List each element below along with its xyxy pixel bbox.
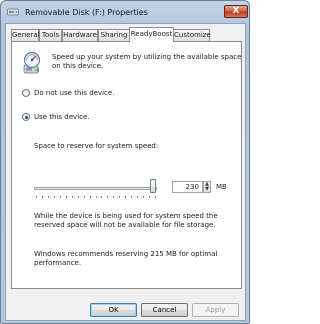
slider-tick [41, 196, 43, 198]
slider-tick [65, 196, 67, 198]
reserve-slider-thumb[interactable] [150, 179, 157, 193]
cancel-button[interactable]: Cancel [141, 303, 188, 317]
slider-tick [143, 196, 145, 198]
tab-sharing[interactable]: Sharing [98, 29, 130, 41]
apply-button[interactable]: Apply [192, 303, 239, 317]
tab-customize[interactable]: Customize [173, 29, 211, 41]
tab-general[interactable]: General [11, 29, 40, 41]
slider-tick [107, 196, 109, 198]
slider-tick [101, 196, 103, 198]
info-text-line-1: While the device is being used for syste… [34, 212, 218, 220]
reserve-space-label: Space to reserve for system speed: [34, 142, 159, 150]
use-device-radio[interactable] [22, 113, 30, 121]
spin-down-icon[interactable]: ▼ [204, 187, 210, 192]
slider-tick [155, 196, 156, 198]
slider-tick [71, 196, 73, 198]
tab-readyboost[interactable]: ReadyBoost [129, 27, 174, 42]
slider-tick [77, 196, 79, 198]
recommendation-line-2: performance. [34, 259, 82, 267]
use-device-label[interactable]: Use this device. [34, 113, 90, 121]
slider-tick [59, 196, 61, 198]
tab-strip: General Tools Hardware Sharing ReadyBoos… [11, 27, 247, 42]
slider-tick [95, 196, 97, 198]
reserve-size-spinner[interactable]: ▲ ▼ [203, 181, 211, 193]
slider-tick [47, 196, 49, 198]
slider-tick [36, 196, 37, 198]
slider-tick [119, 196, 121, 198]
reserve-unit-label: MB [216, 183, 227, 191]
dialog-client-area: General Tools Hardware Sharing ReadyBoos… [5, 23, 246, 321]
window-title: Removable Disk (F:) Properties [25, 8, 148, 17]
do-not-use-label[interactable]: Do not use this device. [34, 89, 114, 97]
info-text-line-2: reserved space will not be available for… [34, 221, 216, 229]
slider-tick [137, 196, 139, 198]
close-button[interactable]: X [224, 5, 248, 18]
properties-window: Removable Disk (F:) Properties X General… [0, 0, 250, 324]
do-not-use-radio[interactable] [22, 89, 30, 97]
slider-tick [125, 196, 127, 198]
slider-tick [113, 196, 115, 198]
ok-button[interactable]: OK [90, 303, 137, 317]
reserve-size-input[interactable]: 230 [172, 181, 203, 193]
slider-tick [149, 196, 151, 198]
tab-tools[interactable]: Tools [39, 29, 62, 41]
removable-disk-icon [7, 8, 19, 16]
readyboost-gauge-icon [23, 51, 41, 74]
reserve-slider-track[interactable] [34, 187, 157, 190]
slider-tick [89, 196, 91, 198]
slider-tick [83, 196, 85, 198]
title-bar[interactable]: Removable Disk (F:) Properties X [5, 4, 248, 22]
slider-tick [131, 196, 133, 198]
readyboost-panel: Speed up your system by utilizing the av… [11, 41, 242, 289]
recommendation-line-1: Windows recommends reserving 215 MB for … [34, 250, 218, 258]
intro-text-line-1: Speed up your system by utilizing the av… [52, 53, 242, 61]
tab-hardware[interactable]: Hardware [62, 29, 98, 41]
intro-text-line-2: on this device. [52, 62, 104, 70]
slider-tick [53, 196, 55, 198]
